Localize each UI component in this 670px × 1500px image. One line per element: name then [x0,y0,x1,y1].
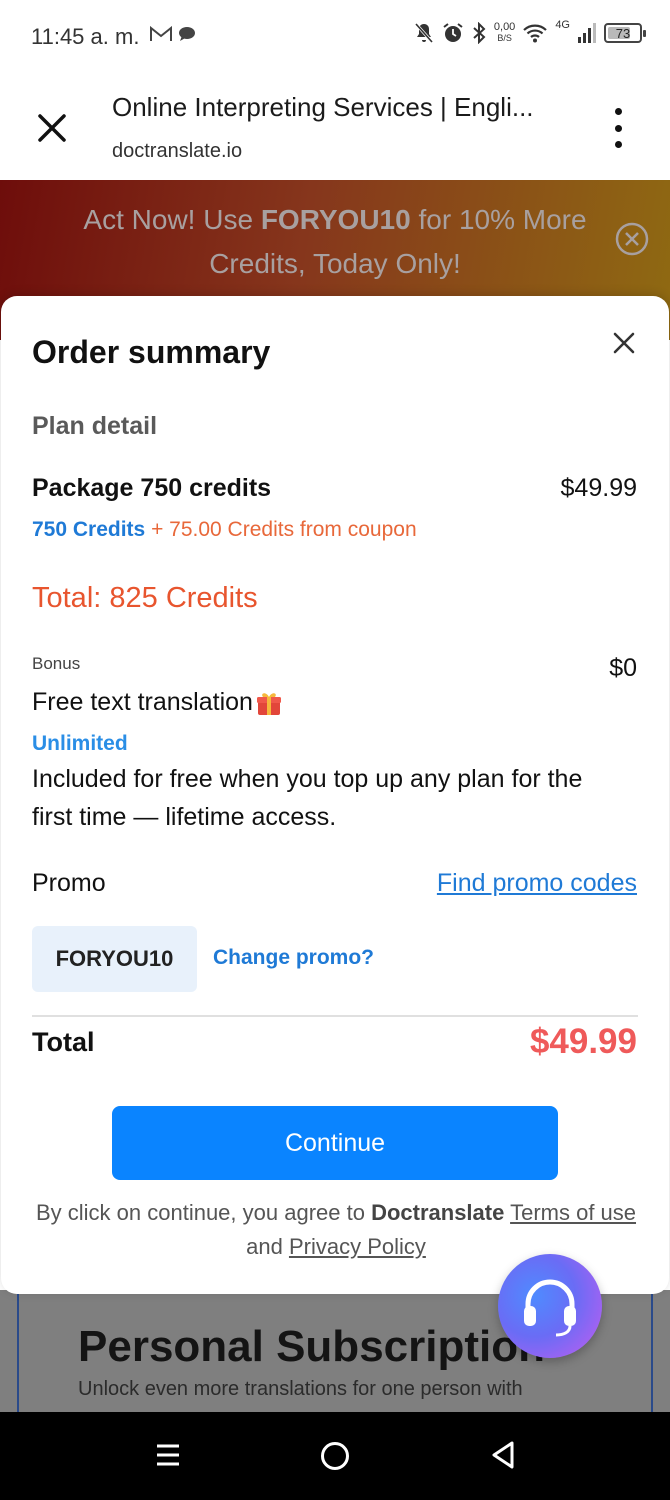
banner-code: FORYOU10 [260,204,411,235]
terms-and: and [246,1234,289,1259]
banner-close-icon[interactable] [615,222,649,256]
total-label: Total [32,1027,95,1057]
mute-icon [414,23,434,43]
modal-close-icon[interactable] [611,330,637,356]
bonus-item: Free text translation [32,688,283,717]
promo-banner-text: Act Now! Use FORYOU10 for 10% More Credi… [40,198,630,286]
back-icon[interactable] [490,1440,516,1470]
terms-prefix: By click on continue, you agree to [35,1200,372,1225]
credits-coupon: + 75.00 Credits from coupon [145,518,417,541]
find-promo-codes-link[interactable]: Find promo codes [437,869,637,898]
battery-icon: 73 [604,23,646,43]
bonus-label: Bonus [32,654,81,673]
package-price: $49.99 [560,474,637,502]
total-price: $49.99 [529,1022,637,1061]
close-tab-icon[interactable] [30,106,74,150]
plan-detail-label: Plan detail [32,412,158,440]
browser-header: Online Interpreting Services | Engli... … [0,76,670,180]
order-summary-modal: Order summary Plan detail Package 750 cr… [1,296,669,1294]
package-name: Package 750 credits [32,474,272,502]
credits-base: 750 Credits [32,518,146,541]
support-chat-button[interactable] [498,1254,602,1358]
terms-of-use-link[interactable]: Terms of use [510,1200,636,1225]
promo-label: Promo [32,869,106,897]
more-options-icon[interactable] [604,108,632,148]
credits-breakdown: 750 Credits + 75.00 Credits from coupon [32,518,417,542]
alarm-icon [443,23,463,42]
terms-brand: Doctranslate [371,1200,505,1225]
battery-level: 73 [615,25,631,41]
notification-icons [150,26,196,42]
total-credits: Total: 825 Credits [32,582,258,614]
subscription-title: Personal Subscription [78,1322,545,1371]
page-title: Online Interpreting Services | Engli... [112,92,534,122]
privacy-policy-link[interactable]: Privacy Policy [289,1234,426,1259]
bluetooth-icon [473,22,486,44]
change-promo-link[interactable]: Change promo? [213,946,374,970]
banner-text-before: Act Now! Use [83,204,261,235]
wifi-icon [523,24,548,43]
net-speed-unit: B/S [497,33,512,43]
continue-button[interactable]: Continue [112,1106,558,1180]
chat-bubble-icon [179,27,195,41]
recent-apps-icon[interactable] [155,1442,181,1468]
signal-icon [578,23,596,43]
status-bar: 11:45 a. m. 0,00 B/S 4G 73 [0,0,670,76]
net-speed-value: 0,00 [493,21,516,33]
home-icon[interactable] [321,1442,349,1470]
system-icons: 0,00 B/S 4G 73 [414,19,646,44]
divider [32,1015,638,1017]
net-speed: 0,00 B/S [494,22,515,44]
headset-icon [524,1279,576,1337]
status-time: 11:45 a. m. [31,24,140,49]
bonus-price: $0 [609,654,637,682]
network-type: 4G [555,19,570,31]
page-url[interactable]: doctranslate.io [112,140,242,163]
applied-promo-code: FORYOU10 [32,926,197,992]
bonus-description: Included for free when you top up any pl… [32,765,583,831]
bonus-name: Free text translation [32,688,253,716]
system-nav-bar [0,1412,670,1500]
unlimited-badge: Unlimited [32,732,128,755]
gmail-icon [150,26,172,41]
subscription-subtitle: Unlock even more translations for one pe… [78,1378,523,1400]
gift-icon [256,692,281,715]
modal-title: Order summary [32,334,271,370]
